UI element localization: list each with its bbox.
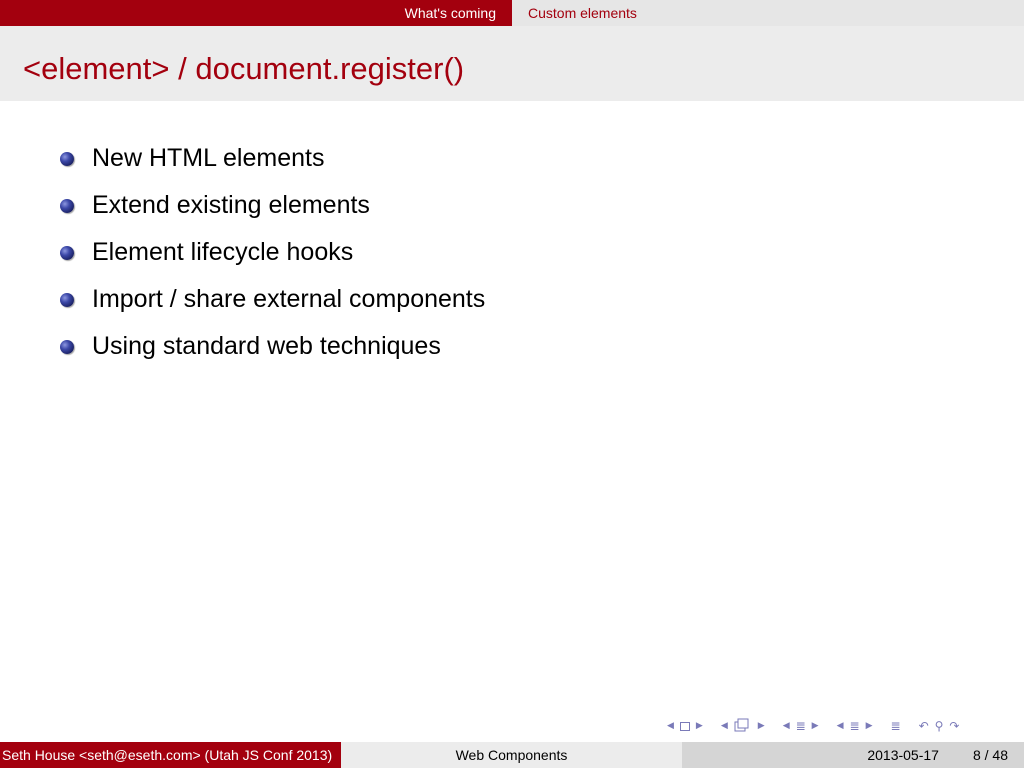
footer-date: 2013-05-17 — [867, 747, 939, 763]
arrow-left-icon[interactable]: ◀ — [667, 721, 674, 731]
bullet-text: Element lifecycle hooks — [92, 238, 354, 266]
arrow-left-icon[interactable]: ◀ — [721, 721, 728, 731]
section-link-custom-elements[interactable]: Custom elements — [528, 5, 637, 21]
nav-group-history: ↶ ⚲ ↷ — [916, 719, 963, 733]
arrow-right-icon[interactable]: ▶ — [812, 721, 819, 731]
appendix-icon[interactable]: ≣ — [891, 719, 901, 733]
section-nav-right: Custom elements — [512, 0, 1024, 26]
arrow-right-icon[interactable]: ▶ — [758, 721, 765, 731]
arrow-left-icon[interactable]: ◀ — [837, 721, 844, 731]
bullet-text: New HTML elements — [92, 144, 325, 172]
page-number: 8 / 48 — [972, 747, 1008, 763]
document-icon[interactable]: ≣ — [850, 719, 860, 733]
search-icon[interactable]: ⚲ — [935, 719, 944, 733]
list-item: New HTML elements — [60, 135, 485, 182]
frame-title: <element> / document.register() — [23, 51, 465, 86]
frame-title-bar: <element> / document.register() — [0, 26, 1024, 101]
ball-bullet-icon — [60, 339, 74, 354]
list-item: Extend existing elements — [60, 182, 485, 229]
list-item: Import / share external components — [60, 276, 485, 323]
subsection-icon[interactable] — [734, 718, 752, 735]
nav-group-frame: ◀ ▶ — [664, 721, 706, 731]
arrow-left-icon[interactable]: ◀ — [783, 721, 790, 731]
section-icon[interactable]: ≣ — [796, 719, 806, 733]
nav-group-document: ◀ ≣ ▶ — [834, 719, 876, 733]
bullet-list: New HTML elements Extend existing elemen… — [60, 135, 485, 370]
slide: What's coming Custom elements <element> … — [0, 0, 1024, 768]
bullet-text: Import / share external components — [92, 285, 486, 313]
section-navigation: What's coming Custom elements — [0, 0, 1024, 26]
ball-bullet-icon — [60, 151, 74, 166]
bullet-text: Extend existing elements — [92, 191, 370, 219]
arrow-right-icon[interactable]: ▶ — [696, 721, 703, 731]
nav-group-appendix: ≣ — [888, 719, 904, 733]
beamer-navigation-symbols: ◀ ▶ ◀ ▶ ◀ ≣ ▶ ◀ ≣ ▶ ≣ ↶ ⚲ ↷ — [664, 716, 974, 736]
footer-right: 2013-05-17 8 / 48 — [682, 742, 1024, 768]
forward-icon[interactable]: ↷ — [949, 719, 959, 733]
footer-title: Web Components — [341, 742, 682, 768]
footer: Seth House <seth@eseth.com> (Utah JS Con… — [0, 742, 1024, 768]
ball-bullet-icon — [60, 245, 74, 260]
nav-group-subsection: ◀ ▶ — [718, 718, 768, 735]
ball-bullet-icon — [60, 292, 74, 307]
list-item: Using standard web techniques — [60, 323, 485, 370]
footer-author: Seth House <seth@eseth.com> (Utah JS Con… — [0, 742, 341, 768]
arrow-right-icon[interactable]: ▶ — [866, 721, 873, 731]
back-icon[interactable]: ↶ — [919, 719, 929, 733]
frame-icon[interactable] — [679, 721, 690, 731]
nav-group-section: ◀ ≣ ▶ — [780, 719, 822, 733]
section-nav-left: What's coming — [0, 0, 512, 26]
bullet-text: Using standard web techniques — [92, 332, 441, 360]
ball-bullet-icon — [60, 198, 74, 213]
section-link-whats-coming[interactable]: What's coming — [405, 5, 496, 21]
list-item: Element lifecycle hooks — [60, 229, 485, 276]
